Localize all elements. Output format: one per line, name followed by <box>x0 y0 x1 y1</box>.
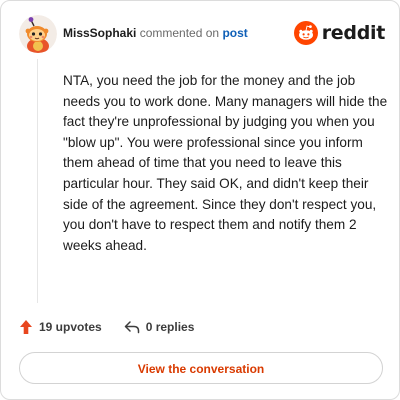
upvote-count: 19 upvotes <box>39 320 102 334</box>
upvote-button[interactable]: 19 upvotes <box>19 319 102 335</box>
comment-header: MissSophaki commented on post reddit <box>19 15 385 53</box>
reddit-logo[interactable]: reddit <box>293 19 386 47</box>
view-conversation-button[interactable]: View the conversation <box>19 352 383 384</box>
username[interactable]: MissSophaki <box>63 26 136 40</box>
comment-attribution: MissSophaki commented on post <box>63 25 248 41</box>
comment-body: NTA, you need the job for the money and … <box>63 73 388 253</box>
user-avatar[interactable] <box>19 15 57 53</box>
thread-line <box>37 59 38 303</box>
comment-embed-card: MissSophaki commented on post reddit NTA… <box>0 0 400 400</box>
reddit-wordmark: reddit <box>321 22 386 44</box>
comment-actions: 19 upvotes 0 replies <box>19 317 194 337</box>
snoo-icon <box>293 21 318 45</box>
upvote-arrow-icon <box>20 320 32 334</box>
reply-count: 0 replies <box>145 320 195 334</box>
commented-on-text: commented on <box>139 26 220 40</box>
reply-button[interactable]: 0 replies <box>124 320 195 334</box>
reply-arrow-icon <box>124 321 139 334</box>
post-link[interactable]: post <box>222 26 247 40</box>
snoo-avatar-image <box>19 15 57 53</box>
